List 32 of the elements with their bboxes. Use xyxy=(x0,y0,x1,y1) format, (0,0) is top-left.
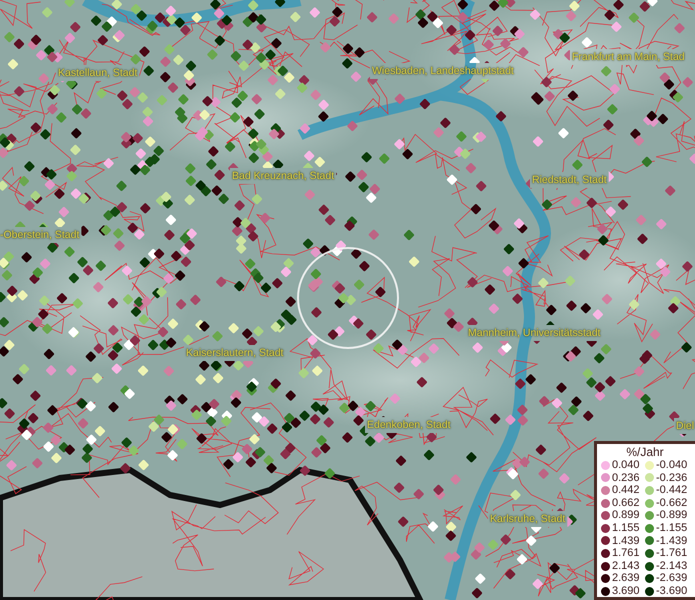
legend-value: 0.236 xyxy=(612,472,641,484)
legend-value: 3.690 xyxy=(612,584,641,598)
legend-value: -1.761 xyxy=(656,547,688,560)
legend-value: -3.690 xyxy=(656,584,688,598)
place-label: Karlsruhe, Stadt xyxy=(490,513,566,525)
legend-value: -2.639 xyxy=(656,572,688,585)
legend-value: 0.442 xyxy=(612,484,641,497)
legend-value: 2.143 xyxy=(612,560,641,572)
legend-value: 0.040 xyxy=(612,459,641,472)
legend-value: -0.040 xyxy=(656,459,688,472)
place-label: Edenkoben, Stadt xyxy=(367,419,450,431)
legend-value: -0.442 xyxy=(656,484,688,497)
legend-value: -2.143 xyxy=(656,560,688,572)
place-label: Kaiserslautern, Stadt xyxy=(186,347,284,359)
legend-value: -0.236 xyxy=(656,472,688,484)
place-label: Diel xyxy=(676,420,694,432)
legend-value: 1.439 xyxy=(612,534,641,548)
legend-title: %/Jahr xyxy=(625,445,665,459)
place-label: Frankfurt am Main, Stad xyxy=(572,51,685,63)
place-label: Kastellaun, Stadt xyxy=(58,67,138,79)
legend-value: 0.662 xyxy=(612,496,641,510)
legend-value: -0.662 xyxy=(656,496,688,510)
legend-value: -0.899 xyxy=(656,509,688,522)
place-label: Riedstadt, Stadt xyxy=(532,174,607,186)
legend-value: -1.439 xyxy=(656,534,688,548)
legend-value: 0.899 xyxy=(612,509,641,522)
legend-value: -1.155 xyxy=(656,522,688,535)
legend-value: 1.155 xyxy=(612,522,641,535)
place-label: Bad Kreuznach, Stadt xyxy=(232,170,334,182)
legend-value: 2.639 xyxy=(612,572,641,585)
place-label: -Oberstein, Stadt xyxy=(0,229,80,241)
legend-value: 1.761 xyxy=(612,547,641,560)
